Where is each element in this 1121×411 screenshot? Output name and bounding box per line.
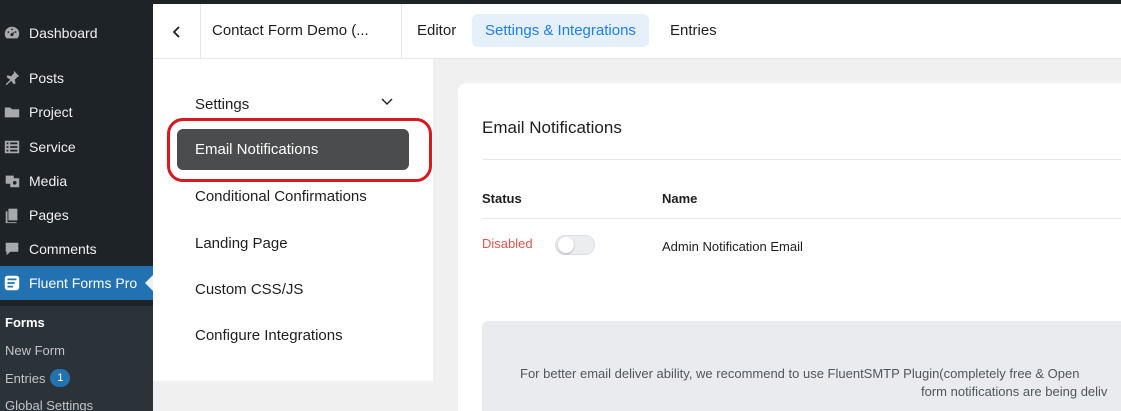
menu-label: Posts	[29, 70, 65, 86]
form-editor-header: Contact Form Demo (... Editor Settings &…	[153, 4, 1121, 59]
settings-menu-custom-css-js[interactable]: Custom CSS/JS	[177, 269, 409, 310]
notification-name[interactable]: Admin Notification Email	[662, 239, 803, 254]
menu-item-pages[interactable]: Pages	[0, 198, 153, 232]
tab-settings-integrations[interactable]: Settings & Integrations	[472, 14, 649, 47]
menu-label: Project	[29, 104, 73, 120]
menu-label: Dashboard	[29, 25, 98, 41]
column-header-status: Status	[482, 191, 522, 206]
panel-title: Email Notifications	[482, 118, 622, 137]
menu-item-project[interactable]: Project	[0, 95, 153, 129]
folder-icon	[2, 102, 22, 122]
menu-item-dashboard[interactable]: Dashboard	[0, 16, 153, 50]
menu-item-service[interactable]: Service	[0, 130, 153, 164]
settings-menu-configure-integrations[interactable]: Configure Integrations	[177, 315, 409, 356]
settings-menu: Settings Email Notifications Conditional…	[153, 59, 433, 381]
menu-label: Service	[29, 139, 76, 155]
entries-count-badge: 1	[50, 369, 71, 387]
chevron-down-icon	[381, 98, 393, 105]
settings-menu-conditional-confirmations[interactable]: Conditional Confirmations	[177, 176, 409, 217]
form-title: Contact Form Demo (...	[212, 22, 369, 39]
header-divider	[482, 218, 1121, 219]
menu-label: Comments	[29, 241, 97, 257]
tab-entries[interactable]: Entries	[657, 14, 730, 47]
settings-menu-settings[interactable]: Settings	[177, 84, 409, 125]
email-notifications-panel: Email Notifications Status Name Disabled…	[458, 83, 1121, 411]
menu-item-comments[interactable]: Comments	[0, 232, 153, 266]
submenu-forms[interactable]: Forms	[5, 315, 45, 330]
settings-menu-landing-page[interactable]: Landing Page	[177, 223, 409, 264]
submenu-new-form[interactable]: New Form	[5, 343, 65, 358]
status-label: Disabled	[482, 236, 533, 251]
menu-item-posts[interactable]: Posts	[0, 61, 153, 95]
title-divider	[482, 159, 1121, 160]
toggle-knob	[558, 237, 574, 253]
menu-label: Fluent Forms Pro	[29, 275, 138, 291]
comment-icon	[2, 239, 22, 259]
chevron-left-icon	[172, 25, 180, 38]
list-icon	[2, 137, 22, 157]
menu-label: Pages	[29, 207, 69, 223]
settings-menu-email-notifications[interactable]: Email Notifications	[177, 129, 409, 170]
column-header-name: Name	[662, 191, 698, 206]
tab-editor[interactable]: Editor	[404, 14, 469, 47]
fluent-forms-submenu: Forms New Form Entries 1 Global Settings	[0, 306, 153, 411]
dashboard-icon	[2, 23, 22, 43]
menu-item-fluent-forms-pro[interactable]: Fluent Forms Pro	[0, 266, 153, 300]
settings-menu-label: Settings	[195, 96, 250, 113]
back-button[interactable]	[153, 4, 201, 59]
notification-toggle[interactable]	[555, 235, 595, 255]
fluent-forms-icon	[2, 273, 22, 293]
submenu-entries-label: Entries	[5, 370, 46, 386]
menu-label: Media	[29, 173, 68, 189]
submenu-entries[interactable]: Entries 1	[5, 369, 71, 387]
pages-icon	[2, 205, 22, 225]
pin-icon	[2, 68, 22, 88]
smtp-recommendation-notice: For better email deliver ability, we rec…	[482, 321, 1121, 411]
notice-line-1: For better email deliver ability, we rec…	[520, 366, 1080, 381]
menu-item-media[interactable]: Media	[0, 164, 153, 198]
header-divider	[401, 4, 402, 59]
wp-admin-sidebar: Dashboard Posts Project Service Media Pa…	[0, 0, 153, 411]
media-icon	[2, 171, 22, 191]
notice-line-2: form notifications are being deliv	[921, 384, 1108, 399]
submenu-global-settings[interactable]: Global Settings	[5, 398, 93, 411]
